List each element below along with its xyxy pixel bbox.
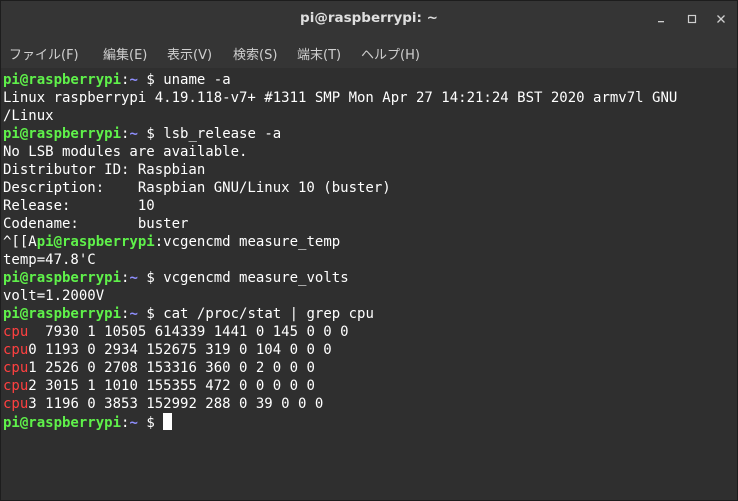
maximize-icon[interactable]	[684, 11, 700, 27]
terminal-line: Codename: buster	[3, 215, 188, 233]
menu-help[interactable]: ヘルプ(H)	[361, 44, 420, 63]
output-text: No LSB modules are available.	[3, 144, 248, 160]
terminal-line: pi@raspberrypi:~ $ lsb_release -a	[3, 125, 281, 143]
terminal-line: Linux raspberrypi 4.19.118-v7+ #1311 SMP…	[3, 89, 677, 107]
terminal-line: volt=1.2000V	[3, 287, 104, 305]
terminal-line: /Linux	[3, 107, 54, 125]
prompt-user: pi@raspberrypi	[3, 270, 122, 286]
cpu-keyword: cpu	[3, 378, 29, 394]
prompt-user: pi@raspberrypi	[3, 306, 122, 322]
terminal-line: temp=47.8'C	[3, 251, 96, 269]
cpu-stats: 7930 1 10505 614339 1441 0 145 0 0 0	[28, 324, 349, 340]
prompt-user: pi@raspberrypi	[3, 126, 122, 142]
terminal-line: cpu1 2526 0 2708 153316 360 0 2 0 0 0	[3, 359, 315, 377]
output-text: Release: 10	[3, 198, 155, 214]
cpu-keyword: cpu	[3, 360, 29, 376]
prompt-sep: :	[154, 234, 164, 250]
output-text: Codename: buster	[3, 216, 189, 232]
cpu-stats: 3 1196 0 3853 152992 288 0 39 0 0 0	[28, 396, 324, 412]
terminal-line: cpu 7930 1 10505 614339 1441 0 145 0 0 0	[3, 323, 349, 341]
cpu-stats: 1 2526 0 2708 153316 360 0 2 0 0 0	[28, 360, 315, 376]
cpu-stats: 2 3015 1 1010 155355 472 0 0 0 0 0	[28, 378, 315, 394]
terminal-line: ^[[Api@raspberrypi:vcgencmd measure_temp	[3, 233, 340, 251]
terminal-line: No LSB modules are available.	[3, 143, 247, 161]
title-bar[interactable]: pi@raspberrypi: ~	[1, 1, 737, 38]
command-text: vcgencmd measure_temp	[163, 234, 341, 250]
escape-sequence: ^[[A	[3, 234, 37, 250]
command-text: vcgencmd measure_volts	[163, 270, 349, 286]
terminal-line: Description: Raspbian GNU/Linux 10 (bust…	[3, 179, 391, 197]
terminal-line: pi@raspberrypi:~ $ vcgencmd measure_volt…	[3, 269, 349, 287]
terminal-line: Distributor ID: Raspbian	[3, 161, 205, 179]
output-text: Description: Raspbian GNU/Linux 10 (bust…	[3, 180, 391, 196]
terminal-output[interactable]: pi@raspberrypi:~ $ uname -a Linux raspber…	[1, 68, 737, 500]
output-text: Distributor ID: Raspbian	[3, 162, 206, 178]
minimize-icon[interactable]	[653, 11, 669, 27]
cpu-keyword: cpu	[3, 342, 29, 358]
cpu-keyword: cpu	[3, 324, 29, 340]
prompt-dollar: $	[137, 415, 164, 431]
terminal-line: Release: 10	[3, 197, 155, 215]
terminal-window: pi@raspberrypi: ~ ファイル(F) 編集(E) 表示(V) 検索…	[0, 0, 738, 501]
command-text: cat /proc/stat | grep cpu	[163, 306, 374, 322]
menu-edit[interactable]: 編集(E)	[103, 44, 147, 63]
close-icon[interactable]	[713, 11, 729, 27]
prompt-dollar: $	[137, 72, 164, 88]
terminal-line: cpu3 1196 0 3853 152992 288 0 39 0 0 0	[3, 395, 323, 413]
prompt-path: ~	[129, 415, 138, 431]
output-text: volt=1.2000V	[3, 288, 105, 304]
cpu-stats: 0 1193 0 2934 152675 319 0 104 0 0 0	[28, 342, 332, 358]
prompt-path: ~	[129, 306, 138, 322]
command-text: uname -a	[163, 72, 231, 88]
output-text: temp=47.8'C	[3, 252, 96, 268]
prompt-user: pi@raspberrypi	[3, 72, 122, 88]
menu-bar: ファイル(F) 編集(E) 表示(V) 検索(S) 端末(T) ヘルプ(H)	[1, 38, 737, 68]
menu-file[interactable]: ファイル(F)	[9, 44, 79, 63]
menu-terminal[interactable]: 端末(T)	[297, 44, 341, 63]
prompt-user: pi@raspberrypi	[36, 234, 155, 250]
prompt-path: ~	[129, 72, 138, 88]
terminal-line: cpu0 1193 0 2934 152675 319 0 104 0 0 0	[3, 341, 332, 359]
output-text: /Linux	[3, 108, 54, 124]
window-title: pi@raspberrypi: ~	[300, 10, 438, 26]
menu-view[interactable]: 表示(V)	[167, 44, 212, 63]
terminal-line: pi@raspberrypi:~ $ cat /proc/stat | grep…	[3, 305, 374, 323]
terminal-line: pi@raspberrypi:~ $	[3, 413, 173, 431]
menu-search[interactable]: 検索(S)	[233, 44, 277, 63]
prompt-dollar: $	[137, 126, 164, 142]
prompt-dollar: $	[137, 306, 164, 322]
cpu-keyword: cpu	[3, 396, 29, 412]
output-text: Linux raspberrypi 4.19.118-v7+ #1311 SMP…	[3, 90, 678, 106]
text-cursor	[163, 413, 173, 430]
prompt-dollar: $	[137, 270, 164, 286]
terminal-line: cpu2 3015 1 1010 155355 472 0 0 0 0 0	[3, 377, 315, 395]
prompt-path: ~	[129, 270, 138, 286]
prompt-path: ~	[129, 126, 138, 142]
prompt-user: pi@raspberrypi	[3, 415, 122, 431]
terminal-line: pi@raspberrypi:~ $ uname -a	[3, 71, 231, 89]
command-text: lsb_release -a	[163, 126, 282, 142]
